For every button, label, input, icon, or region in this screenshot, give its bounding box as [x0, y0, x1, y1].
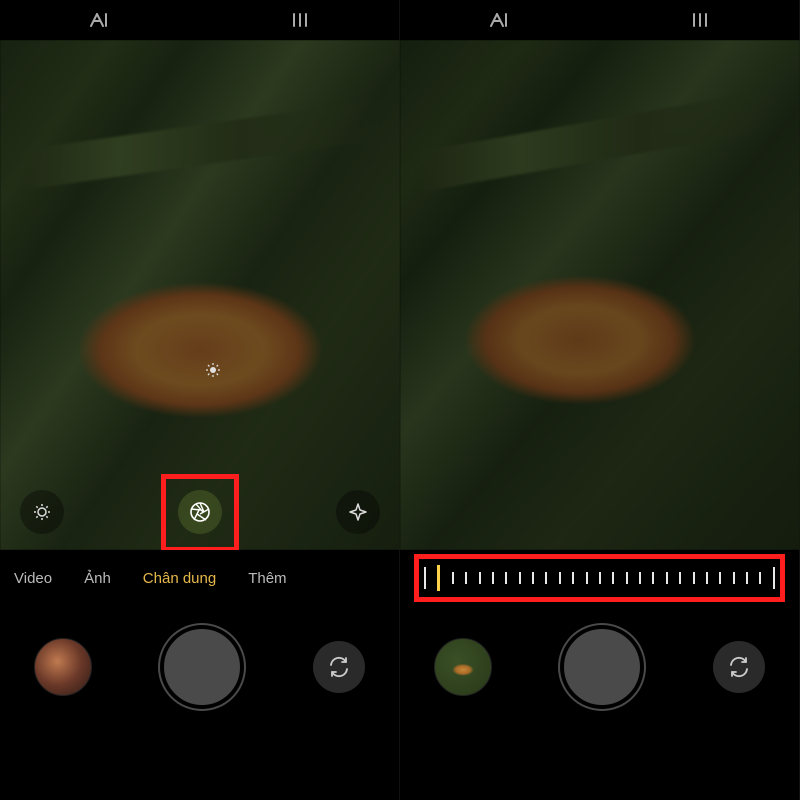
camera-viewfinder[interactable]: [0, 40, 400, 550]
exposure-sun-icon[interactable]: [206, 363, 220, 377]
menu-bars-icon[interactable]: [691, 13, 709, 27]
aperture-slider[interactable]: [400, 550, 799, 606]
shutter-button[interactable]: [160, 625, 244, 709]
ai-icon[interactable]: [90, 13, 110, 27]
gallery-thumbnail[interactable]: [34, 638, 92, 696]
phone-left: Video Ảnh Chân dung Thêm: [0, 0, 400, 800]
mode-portrait[interactable]: Chân dung: [143, 570, 216, 587]
menu-bars-icon[interactable]: [291, 13, 309, 27]
highlight-slider: [414, 554, 785, 602]
mode-video[interactable]: Video: [14, 570, 52, 587]
phone-right: [400, 0, 800, 800]
switch-camera-icon[interactable]: [713, 641, 765, 693]
switch-camera-icon[interactable]: [313, 641, 365, 693]
ai-icon[interactable]: [490, 13, 510, 27]
mode-photo[interactable]: Ảnh: [84, 570, 111, 587]
focus-indicator[interactable]: [158, 245, 268, 355]
mode-more[interactable]: Thêm: [248, 570, 286, 587]
viewfinder-preview: [400, 40, 800, 550]
highlight-aperture: [161, 474, 239, 550]
gallery-thumbnail[interactable]: [434, 638, 492, 696]
shutter-row: [400, 606, 799, 728]
top-bar: [400, 0, 799, 40]
brightness-icon[interactable]: [20, 490, 64, 534]
mode-selector[interactable]: Video Ảnh Chân dung Thêm: [0, 550, 399, 606]
shutter-row: [0, 606, 399, 728]
top-bar: [0, 0, 399, 40]
shutter-button[interactable]: [560, 625, 644, 709]
camera-viewfinder[interactable]: [400, 40, 800, 550]
effects-icon[interactable]: [336, 490, 380, 534]
